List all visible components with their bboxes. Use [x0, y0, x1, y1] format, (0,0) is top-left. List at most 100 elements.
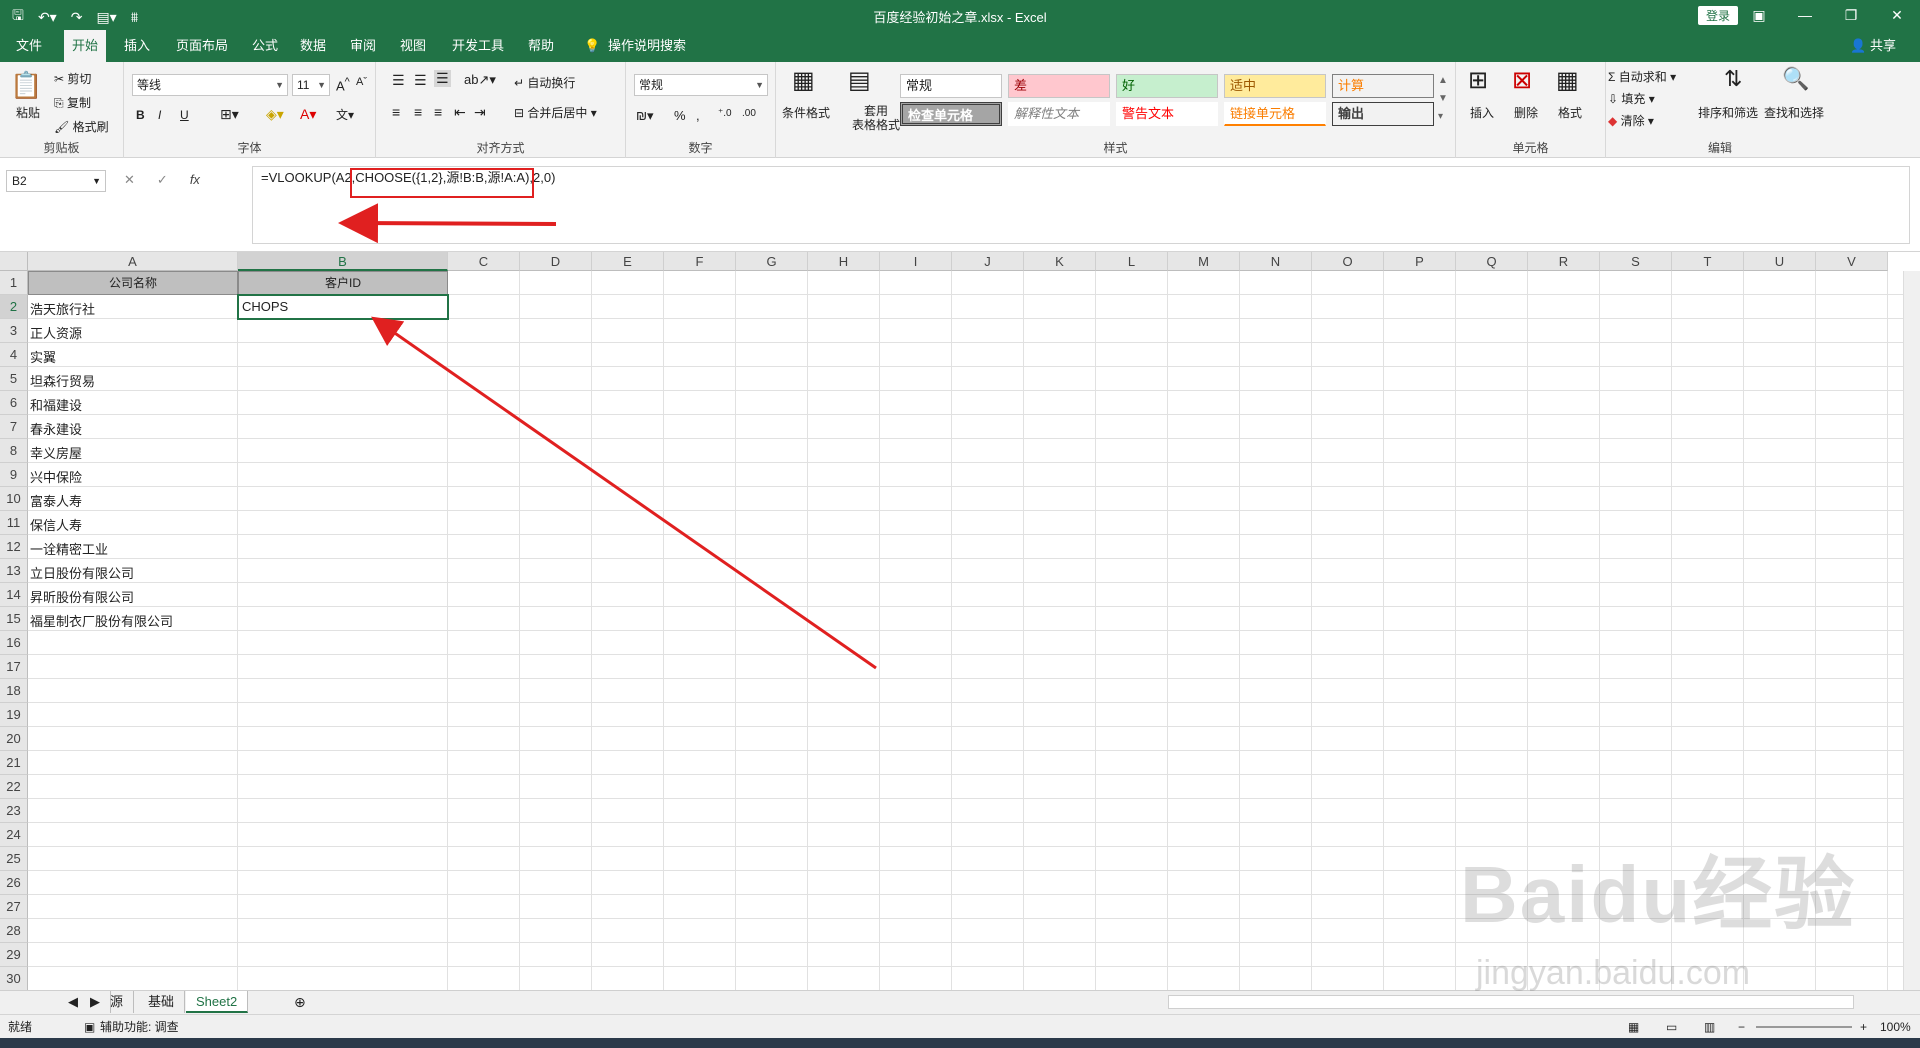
- format-cells-icon[interactable]: ▦: [1556, 66, 1579, 95]
- styles-scroll-icon[interactable]: ▲ ▼ ▾: [1438, 72, 1448, 126]
- enter-icon[interactable]: ✓: [157, 172, 168, 188]
- autosum-button[interactable]: Σ 自动求和 ▾: [1608, 68, 1676, 85]
- cell-a11[interactable]: 保信人寿: [28, 515, 238, 534]
- style-normal[interactable]: 常规: [900, 74, 1002, 98]
- delete-cells-button[interactable]: 删除: [1514, 104, 1538, 121]
- header-cell-b[interactable]: 客户ID: [238, 271, 448, 295]
- cell-a7[interactable]: 春永建设: [28, 419, 238, 438]
- cell-a8[interactable]: 幸义房屋: [28, 443, 238, 462]
- shrink-font-button[interactable]: Aˇ: [356, 76, 367, 88]
- horizontal-scrollbar[interactable]: [1168, 995, 1854, 1009]
- align-left-icon[interactable]: ≡: [392, 104, 400, 120]
- cell-a5[interactable]: 坦森行贸易: [28, 371, 238, 390]
- row-header-30[interactable]: 30: [0, 967, 28, 990]
- normal-view-icon[interactable]: ▦: [1628, 1015, 1639, 1039]
- column-header-q[interactable]: Q: [1456, 252, 1528, 271]
- format-painter-button[interactable]: 🖌 格式刷: [54, 118, 109, 135]
- row-header-18[interactable]: 18: [0, 679, 28, 703]
- tab-help[interactable]: 帮助: [520, 30, 562, 62]
- tab-tell-me[interactable]: 操作说明搜索: [600, 30, 694, 62]
- column-header-t[interactable]: T: [1672, 252, 1744, 271]
- align-right-icon[interactable]: ≡: [434, 104, 442, 120]
- cell-a14[interactable]: 昇昕股份有限公司: [28, 587, 238, 606]
- column-header-k[interactable]: K: [1024, 252, 1096, 271]
- font-size-select[interactable]: 11 ▼: [292, 74, 330, 96]
- number-format-select[interactable]: 常规 ▼: [634, 74, 768, 96]
- italic-button[interactable]: I: [158, 108, 161, 122]
- minimize-icon[interactable]: —: [1782, 0, 1828, 30]
- row-header-5[interactable]: 5: [0, 367, 28, 391]
- border-icon[interactable]: ⊞▾: [220, 106, 239, 123]
- row-header-9[interactable]: 9: [0, 463, 28, 487]
- zoom-in-icon[interactable]: +: [1860, 1015, 1867, 1039]
- row-header-29[interactable]: 29: [0, 943, 28, 967]
- zoom-level[interactable]: 100%: [1880, 1015, 1911, 1039]
- tab-developer[interactable]: 开发工具: [444, 30, 512, 62]
- row-header-8[interactable]: 8: [0, 439, 28, 463]
- row-header-12[interactable]: 12: [0, 535, 28, 559]
- bold-button[interactable]: B: [136, 108, 145, 122]
- row-header-19[interactable]: 19: [0, 703, 28, 727]
- table-format-icon[interactable]: ▤: [848, 66, 871, 95]
- format-cells-button[interactable]: 格式: [1558, 104, 1582, 121]
- sort-filter-icon[interactable]: ⇅: [1724, 66, 1742, 92]
- cut-button[interactable]: ✂ 剪切: [54, 70, 91, 87]
- merge-center-button[interactable]: ⊟ 合并后居中 ▾: [514, 104, 597, 121]
- conditional-format-button[interactable]: 条件格式: [782, 104, 830, 121]
- row-header-11[interactable]: 11: [0, 511, 28, 535]
- table-format-button[interactable]: 套用 表格格式: [852, 104, 900, 132]
- style-check-cell[interactable]: 检查单元格: [900, 102, 1002, 126]
- share-button[interactable]: 👤 共享: [1850, 30, 1896, 62]
- cell-a4[interactable]: 实翼: [28, 347, 238, 366]
- column-header-e[interactable]: E: [592, 252, 664, 271]
- row-header-21[interactable]: 21: [0, 751, 28, 775]
- style-warning[interactable]: 警告文本: [1116, 102, 1218, 126]
- row-header-6[interactable]: 6: [0, 391, 28, 415]
- underline-button[interactable]: U: [180, 108, 189, 122]
- column-header-l[interactable]: L: [1096, 252, 1168, 271]
- align-bottom-icon[interactable]: ☰: [434, 70, 451, 87]
- page-break-view-icon[interactable]: ▥: [1704, 1015, 1715, 1039]
- tab-page-layout[interactable]: 页面布局: [168, 30, 236, 62]
- paste-button[interactable]: 粘贴: [16, 104, 40, 121]
- row-header-2[interactable]: 2: [0, 295, 28, 319]
- row-header-4[interactable]: 4: [0, 343, 28, 367]
- style-bad[interactable]: 差: [1008, 74, 1110, 98]
- column-header-r[interactable]: R: [1528, 252, 1600, 271]
- column-header-h[interactable]: H: [808, 252, 880, 271]
- style-good[interactable]: 好: [1116, 74, 1218, 98]
- row-header-15[interactable]: 15: [0, 607, 28, 631]
- orientation-icon[interactable]: ab↗▾: [464, 72, 496, 88]
- column-header-c[interactable]: C: [448, 252, 520, 271]
- tab-file[interactable]: 文件: [8, 30, 50, 62]
- row-header-14[interactable]: 14: [0, 583, 28, 607]
- row-header-10[interactable]: 10: [0, 487, 28, 511]
- tab-home[interactable]: 开始: [64, 30, 107, 62]
- cell-a2[interactable]: 浩天旅行社: [28, 299, 238, 318]
- insert-cells-button[interactable]: 插入: [1470, 104, 1494, 121]
- column-header-v[interactable]: V: [1816, 252, 1888, 271]
- row-header-7[interactable]: 7: [0, 415, 28, 439]
- style-explanatory[interactable]: 解释性文本: [1008, 102, 1110, 126]
- tab-view[interactable]: 视图: [392, 30, 434, 62]
- login-button[interactable]: 登录: [1697, 6, 1738, 25]
- insert-cells-icon[interactable]: ⊞: [1468, 66, 1488, 95]
- grow-font-button[interactable]: A^: [336, 76, 350, 93]
- insert-function-icon[interactable]: fx: [190, 172, 200, 188]
- tab-data[interactable]: 数据: [292, 30, 334, 62]
- decrease-decimal-icon[interactable]: .00: [742, 108, 756, 119]
- row-header-22[interactable]: 22: [0, 775, 28, 799]
- row-header-26[interactable]: 26: [0, 871, 28, 895]
- column-header-n[interactable]: N: [1240, 252, 1312, 271]
- ribbon-display-icon[interactable]: ▣: [1736, 0, 1782, 30]
- row-header-23[interactable]: 23: [0, 799, 28, 823]
- cell-a3[interactable]: 正人资源: [28, 323, 238, 342]
- restore-icon[interactable]: ❐: [1828, 0, 1874, 30]
- find-select-icon[interactable]: 🔍: [1782, 66, 1809, 92]
- row-header-28[interactable]: 28: [0, 919, 28, 943]
- row-header-20[interactable]: 20: [0, 727, 28, 751]
- currency-icon[interactable]: ₪▾: [636, 108, 654, 124]
- conditional-format-icon[interactable]: ▦: [792, 66, 815, 95]
- zoom-slider[interactable]: [1756, 1026, 1852, 1028]
- accessibility-icon[interactable]: ▣: [84, 1015, 95, 1039]
